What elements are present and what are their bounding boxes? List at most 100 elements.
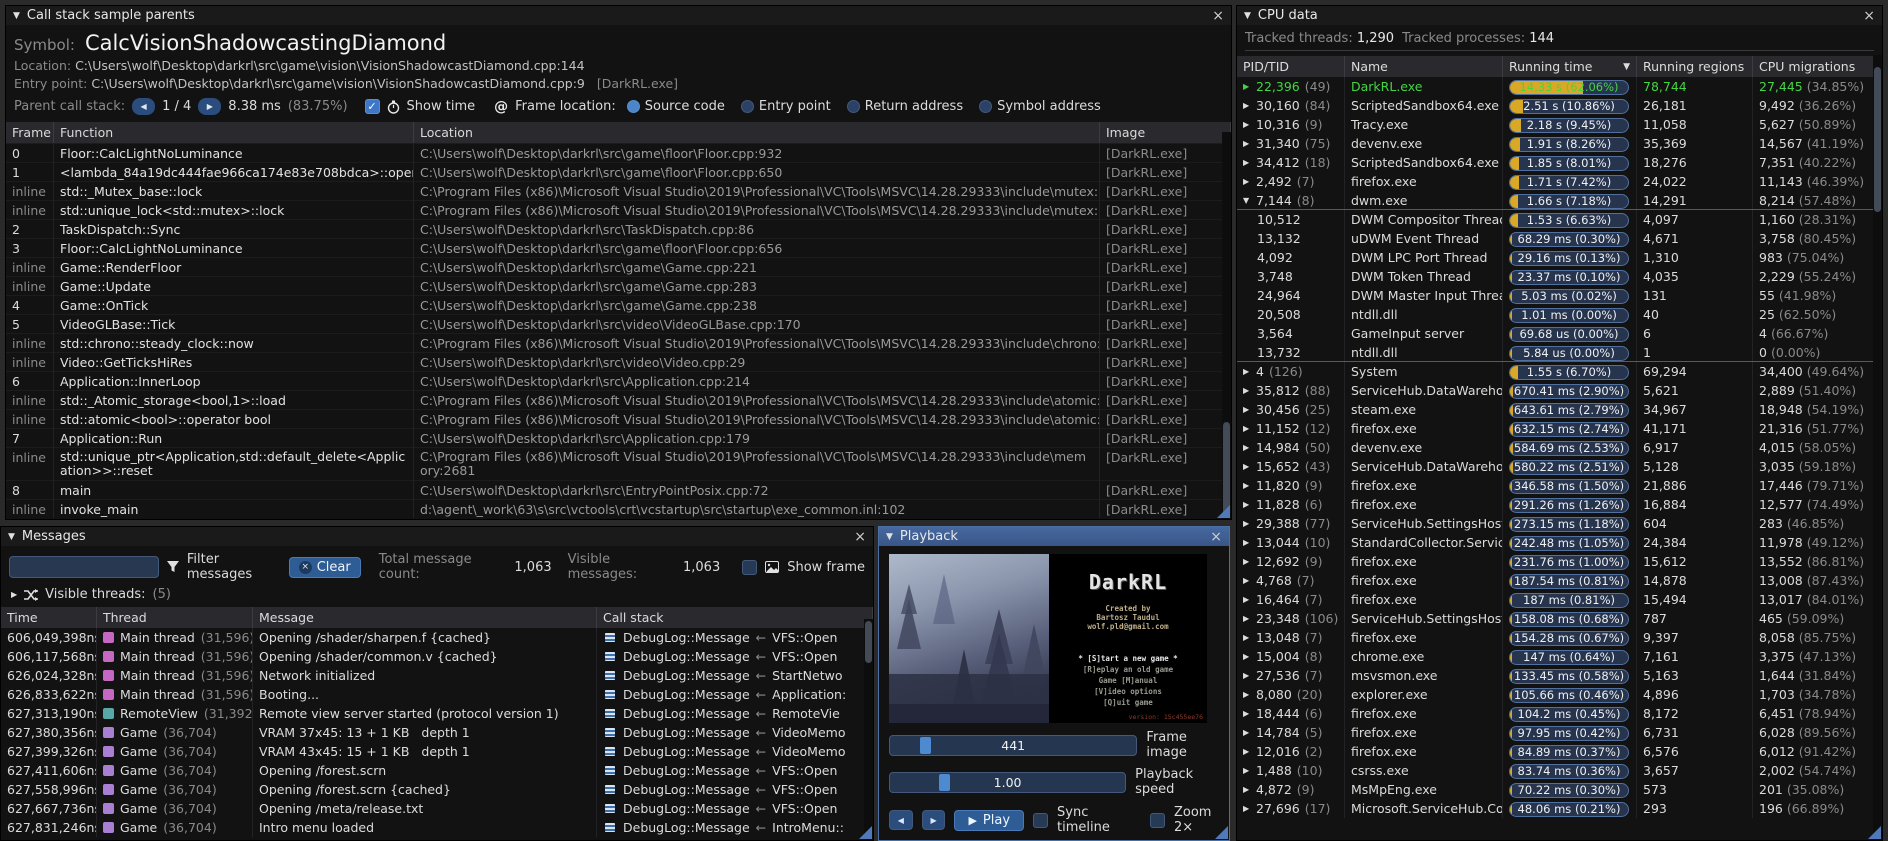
prev-callstack-button[interactable]: ◀ — [132, 98, 155, 115]
messages-titlebar[interactable]: ▼ Messages × — [1, 527, 873, 546]
expand-icon[interactable]: ▶ — [1243, 500, 1251, 509]
process-row[interactable]: ▶35,812(88)ServiceHub.DataWarehou670.41 … — [1237, 381, 1882, 400]
expand-icon[interactable]: ▶ — [1243, 462, 1251, 471]
expand-icon[interactable]: ▶ — [1243, 785, 1251, 794]
callstack-icon[interactable] — [603, 707, 617, 720]
callstack-row[interactable]: 3Floor::CalcLightNoLuminanceC:\Users\wol… — [6, 238, 1231, 257]
process-row[interactable]: ▶27,696(17)Microsoft.ServiceHub.Co48.06 … — [1237, 799, 1882, 818]
show-time-checkbox[interactable]: ✓ — [365, 99, 380, 114]
message-row[interactable]: 627,411,606nsGame(36,704)Opening /forest… — [1, 761, 873, 780]
column-header[interactable]: PID/TID — [1237, 56, 1345, 77]
expand-icon[interactable]: ▶ — [1243, 652, 1251, 661]
process-row[interactable]: ▶16,464(7)firefox.exe187 ms (0.81%)15,49… — [1237, 590, 1882, 609]
column-header[interactable]: Name — [1345, 56, 1503, 77]
process-row[interactable]: ▶10,316(9)Tracy.exe2.18 s (9.45%)11,0585… — [1237, 115, 1882, 134]
column-header[interactable]: CPU migrations — [1753, 56, 1882, 77]
process-row[interactable]: ▼7,144(8)dwm.exe1.66 s (7.18%)14,2918,21… — [1237, 191, 1882, 210]
radio-icon[interactable] — [741, 100, 754, 113]
callstack-icon[interactable] — [603, 726, 617, 739]
process-row[interactable]: ▶8,080(20)explorer.exe105.66 ms (0.46%)4… — [1237, 685, 1882, 704]
next-frame-button[interactable]: ▶ — [922, 810, 946, 830]
callstack-row[interactable]: 4Game::OnTickC:\Users\wolf\Desktop\darkr… — [6, 295, 1231, 314]
messages-scrollbar[interactable] — [864, 619, 873, 841]
expand-icon[interactable]: ▶ — [1243, 158, 1251, 167]
process-row[interactable]: ▶13,048(7)firefox.exe154.28 ms (0.67%)9,… — [1237, 628, 1882, 647]
expand-icon[interactable]: ▶ — [1243, 614, 1251, 623]
process-row[interactable]: ▶15,004(8)chrome.exe147 ms (0.64%)7,1613… — [1237, 647, 1882, 666]
close-icon[interactable]: × — [1863, 9, 1875, 23]
process-row[interactable]: ▶11,820(9)firefox.exe346.58 ms (1.50%)21… — [1237, 476, 1882, 495]
messages-scrollbar-thumb[interactable] — [865, 621, 872, 663]
message-row[interactable]: 627,831,246nsGame(36,704)Intro menu load… — [1, 818, 873, 837]
callstack-icon[interactable] — [603, 764, 617, 777]
message-row[interactable]: 626,024,328nsMain thread(31,596)Network … — [1, 666, 873, 685]
callstack-icon[interactable] — [603, 669, 617, 682]
zoom-2x-checkbox[interactable] — [1150, 813, 1165, 828]
process-row[interactable]: ▶12,016(2)firefox.exe84.89 ms (0.37%)6,5… — [1237, 742, 1882, 761]
process-row[interactable]: ▶30,456(25)steam.exe643.61 ms (2.79%)34,… — [1237, 400, 1882, 419]
process-row[interactable]: 13,732ntdll.dll5.84 us (0.00%)10 (0.00%) — [1237, 343, 1882, 362]
resize-grip[interactable] — [1215, 826, 1228, 839]
callstack-cell[interactable]: DebugLog::Message←VideoMemo — [597, 723, 873, 742]
expand-icon[interactable]: ▶ — [1243, 671, 1251, 680]
process-row[interactable]: ▶1,488(10)csrss.exe83.74 ms (0.36%)3,657… — [1237, 761, 1882, 780]
message-row[interactable]: 606,049,398nsMain thread(31,596)Opening … — [1, 628, 873, 647]
expand-icon[interactable]: ▶ — [1243, 519, 1251, 528]
expand-icon[interactable]: ▶ — [1243, 481, 1251, 490]
filter-input[interactable] — [9, 556, 159, 578]
process-row[interactable]: ▶4,768(7)firefox.exe187.54 ms (0.81%)14,… — [1237, 571, 1882, 590]
callstack-cell[interactable]: DebugLog::Message←IntroMenu:: — [597, 818, 873, 837]
callstack-icon[interactable] — [603, 631, 617, 644]
process-row[interactable]: ▶14,984(50)devenv.exe584.69 ms (2.53%)6,… — [1237, 438, 1882, 457]
callstack-cell[interactable]: DebugLog::Message←VFS::Open — [597, 780, 873, 799]
callstack-row[interactable]: 8mainC:\Users\wolf\Desktop\darkrl\src\En… — [6, 480, 1231, 499]
process-row[interactable]: 3,564GameInput server69.68 us (0.00%)64 … — [1237, 324, 1882, 343]
callstack-cell[interactable]: DebugLog::Message←VFS::Open — [597, 647, 873, 666]
expand-icon[interactable]: ▶ — [1243, 367, 1251, 376]
expand-icon[interactable]: ▶ — [1243, 633, 1251, 642]
callstack-cell[interactable]: DebugLog::Message←VideoMemo — [597, 742, 873, 761]
process-row[interactable]: ▶15,652(43)ServiceHub.DataWarehou580.22 … — [1237, 457, 1882, 476]
playback-speed-slider[interactable]: 1.00 — [889, 772, 1126, 793]
callstack-row[interactable]: inlinestd::_Mutex_base::lockC:\Program F… — [6, 181, 1231, 200]
process-row[interactable]: ▶4(126)System1.55 s (6.70%)69,29434,400 … — [1237, 362, 1882, 381]
resize-grip[interactable] — [859, 826, 872, 839]
expand-icon[interactable]: ▶ — [1243, 443, 1251, 452]
collapse-icon[interactable]: ▼ — [13, 11, 20, 21]
callstack-scrollbar-thumb[interactable] — [1223, 422, 1230, 517]
expand-icon[interactable]: ▶ — [1243, 709, 1251, 718]
message-row[interactable]: 606,117,568nsMain thread(31,596)Opening … — [1, 647, 873, 666]
callstack-cell[interactable]: DebugLog::Message←VFS::Open — [597, 761, 873, 780]
next-callstack-button[interactable]: ▶ — [198, 98, 221, 115]
expand-icon[interactable]: ▶ — [1243, 405, 1251, 414]
callstack-scrollbar[interactable] — [1222, 132, 1231, 520]
resize-grip[interactable] — [1217, 505, 1230, 518]
process-row[interactable]: ▶22,396(49)DarkRL.exe14.33 s (62.06%)78,… — [1237, 77, 1882, 96]
expand-icon[interactable]: ▶ — [1243, 804, 1251, 813]
expand-icon[interactable]: ▶ — [1243, 139, 1251, 148]
callstack-row[interactable]: inlineVideo::GetTicksHiResC:\Users\wolf\… — [6, 352, 1231, 371]
resize-grip[interactable] — [1868, 826, 1881, 839]
expand-icon[interactable]: ▶ — [1243, 557, 1251, 566]
process-row[interactable]: ▶12,692(9)firefox.exe231.76 ms (1.00%)15… — [1237, 552, 1882, 571]
process-row[interactable]: ▶14,784(5)firefox.exe97.95 ms (0.42%)6,7… — [1237, 723, 1882, 742]
expand-icon[interactable]: ▶ — [1243, 120, 1251, 129]
callstack-row[interactable]: inlineGame::RenderFloorC:\Users\wolf\Des… — [6, 257, 1231, 276]
expand-icon[interactable]: ▶ — [1243, 747, 1251, 756]
prev-frame-button[interactable]: ◀ — [889, 810, 913, 830]
message-row[interactable]: 627,313,190nsRemoteView(31,392)Remote vi… — [1, 704, 873, 723]
frame-location-option[interactable]: Symbol address — [979, 99, 1101, 114]
process-row[interactable]: 4,092DWM LPC Port Thread29.16 ms (0.13%)… — [1237, 248, 1882, 267]
column-header[interactable]: Running regions — [1637, 56, 1753, 77]
message-row[interactable]: 627,667,736nsGame(36,704)Opening /meta/r… — [1, 799, 873, 818]
callstack-icon[interactable] — [603, 650, 617, 663]
callstack-row[interactable]: inlinestd::atomic<bool>::operator boolC:… — [6, 409, 1231, 428]
column-header[interactable]: Running time▼ — [1503, 56, 1637, 77]
callstack-titlebar[interactable]: ▼ Call stack sample parents × — [6, 6, 1231, 25]
callstack-icon[interactable] — [603, 821, 617, 834]
process-row[interactable]: ▶18,444(6)firefox.exe104.2 ms (0.45%)8,1… — [1237, 704, 1882, 723]
playback-titlebar[interactable]: ▼ Playback × — [879, 527, 1229, 546]
radio-icon[interactable] — [979, 100, 992, 113]
show-frame-checkbox[interactable] — [742, 560, 757, 575]
process-row[interactable]: ▶23,348(106)ServiceHub.SettingsHost158.0… — [1237, 609, 1882, 628]
